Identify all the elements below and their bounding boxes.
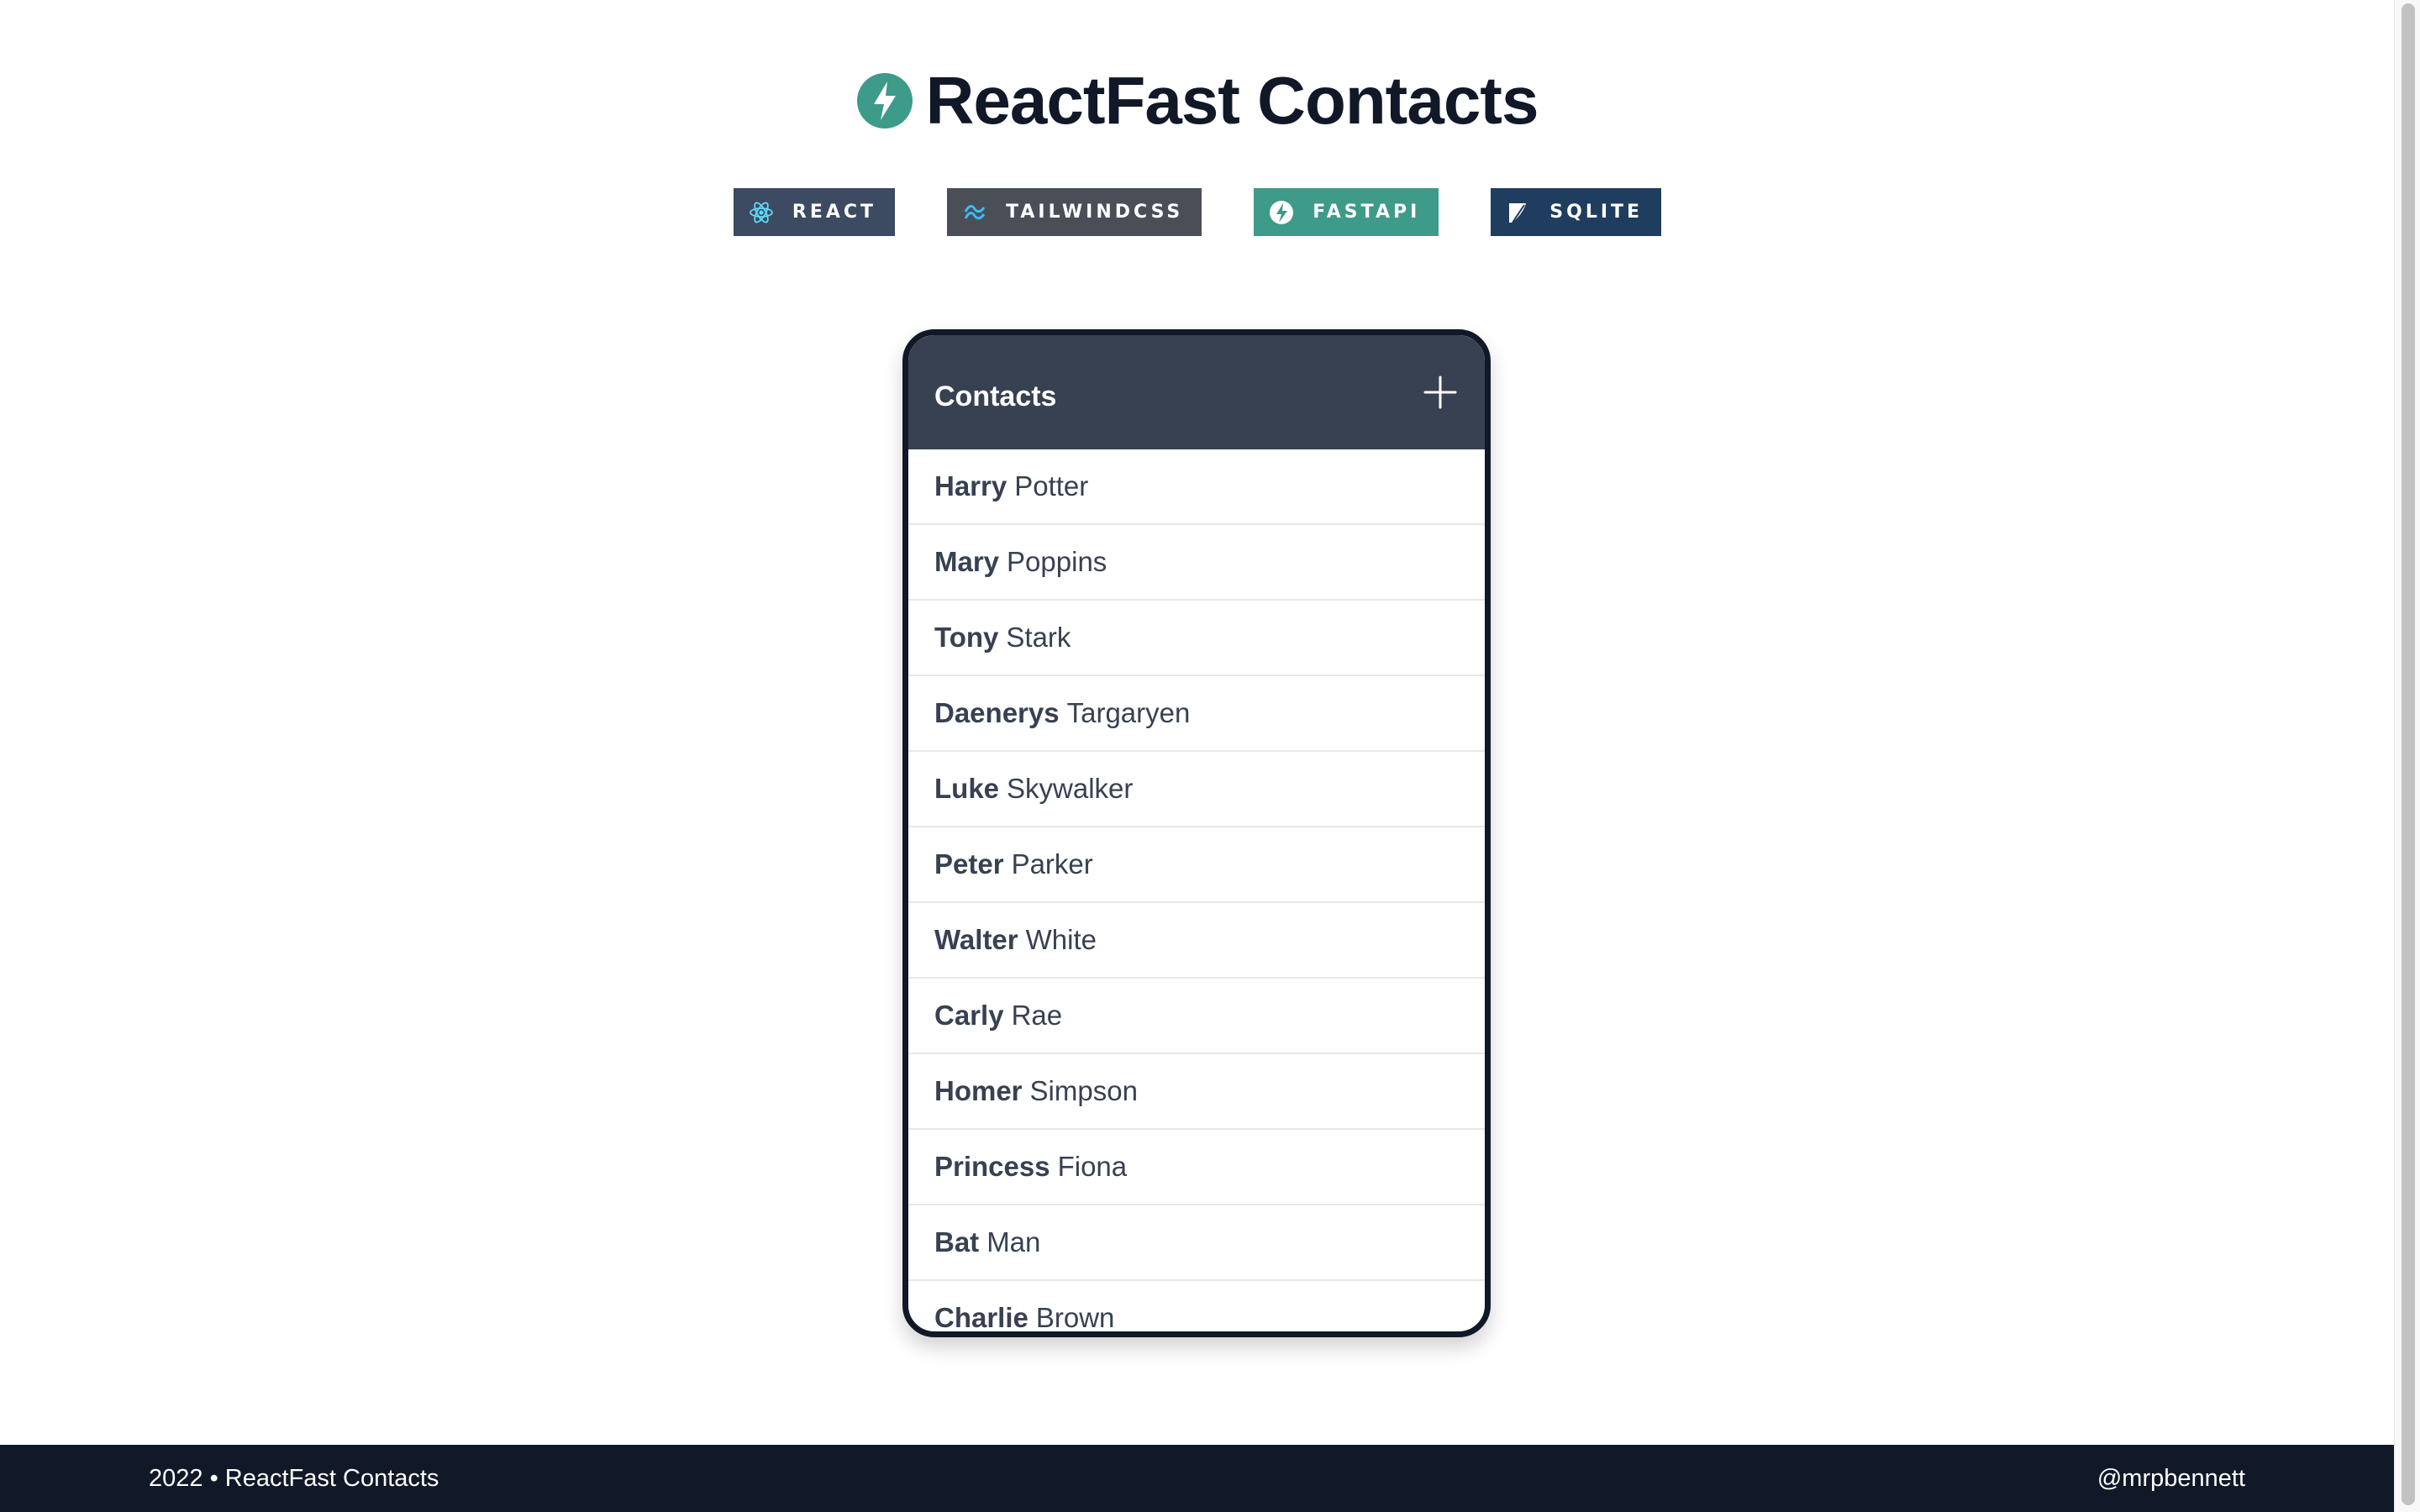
contact-last-name: Potter	[1014, 470, 1089, 501]
contact-row[interactable]: Peter Parker	[908, 827, 1485, 903]
contact-first-name: Bat	[934, 1226, 980, 1257]
contact-row[interactable]: Mary Poppins	[908, 525, 1485, 601]
contact-last-name: Fiona	[1057, 1151, 1128, 1182]
contact-last-name: White	[1025, 924, 1097, 955]
fastapi-bolt-icon	[1269, 200, 1294, 225]
badge-label: FASTAPI	[1313, 202, 1421, 223]
contacts-title: Contacts	[934, 380, 1057, 412]
contact-row[interactable]: Homer Simpson	[908, 1054, 1485, 1130]
contact-row[interactable]: Walter White	[908, 903, 1485, 979]
contact-row[interactable]: Princess Fiona	[908, 1130, 1485, 1205]
badge-sqlite: SQLITE	[1491, 188, 1662, 236]
contact-row[interactable]: Bat Man	[908, 1205, 1485, 1281]
contact-last-name: Poppins	[1007, 546, 1107, 577]
contact-first-name: Walter	[934, 924, 1018, 955]
contact-last-name: Simpson	[1029, 1075, 1138, 1106]
page: ReactFast Contacts REACT TAILWINDCSS FAS…	[0, 0, 2420, 1512]
footer-copyright: 2022 • ReactFast Contacts	[149, 1464, 439, 1492]
contact-first-name: Peter	[934, 848, 1004, 879]
contact-last-name: Rae	[1011, 1000, 1063, 1031]
contact-row[interactable]: Tony Stark	[908, 601, 1485, 676]
badge-fastapi: FASTAPI	[1254, 188, 1439, 236]
footer-author-handle[interactable]: @mrpbennett	[2097, 1465, 2245, 1493]
contact-first-name: Mary	[934, 546, 1000, 577]
contact-row[interactable]: Carly Rae	[908, 979, 1485, 1054]
contact-list: Harry Potter Mary Poppins Tony Stark Daener…	[908, 449, 1485, 1333]
contact-first-name: Homer	[934, 1075, 1023, 1106]
contact-row[interactable]: Harry Potter	[908, 449, 1485, 525]
badge-tailwindcss: TAILWINDCSS	[947, 188, 1202, 236]
add-contact-button[interactable]	[1418, 370, 1463, 415]
badge-react: REACT	[733, 188, 896, 236]
contact-row[interactable]: Charlie Brown	[908, 1281, 1485, 1333]
contacts-panel: Contacts Harry Potter Mary Poppins Tony Sta…	[902, 329, 1491, 1337]
page-footer: 2022 • ReactFast Contacts @mrpbennett	[0, 1445, 2395, 1512]
scrollbar-thumb[interactable]	[2402, 3, 2415, 1505]
contact-last-name: Stark	[1006, 622, 1071, 653]
contact-row[interactable]: Daenerys Targaryen	[908, 676, 1485, 752]
contact-row[interactable]: Luke Skywalker	[908, 752, 1485, 827]
contact-first-name: Charlie	[934, 1302, 1028, 1333]
badge-label: SQLITE	[1549, 202, 1644, 223]
contact-last-name: Skywalker	[1007, 773, 1134, 804]
contact-first-name: Tony	[934, 622, 999, 653]
contact-last-name: Brown	[1035, 1302, 1115, 1333]
tailwind-wave-icon	[962, 200, 987, 225]
contact-last-name: Parker	[1011, 848, 1093, 879]
contacts-panel-header: Contacts	[908, 335, 1485, 449]
contact-first-name: Daenerys	[934, 697, 1060, 728]
tech-badges: REACT TAILWINDCSS FASTAPI SQLITE	[0, 188, 2395, 236]
react-atom-icon	[749, 200, 774, 225]
contact-first-name: Harry	[934, 470, 1007, 501]
sqlite-feather-icon	[1506, 200, 1531, 225]
vertical-scrollbar[interactable]	[2394, 0, 2420, 1512]
contact-first-name: Luke	[934, 773, 1000, 804]
bolt-circle-icon	[856, 73, 913, 129]
contact-first-name: Princess	[934, 1151, 1050, 1182]
contact-first-name: Carly	[934, 1000, 1004, 1031]
contact-last-name: Targaryen	[1066, 697, 1191, 728]
contact-last-name: Man	[986, 1226, 1041, 1257]
badge-label: TAILWINDCSS	[1006, 202, 1184, 223]
badge-label: REACT	[792, 202, 877, 223]
plus-icon	[1423, 375, 1457, 409]
page-title: ReactFast Contacts	[925, 63, 1539, 138]
app-header: ReactFast Contacts	[0, 59, 2395, 143]
